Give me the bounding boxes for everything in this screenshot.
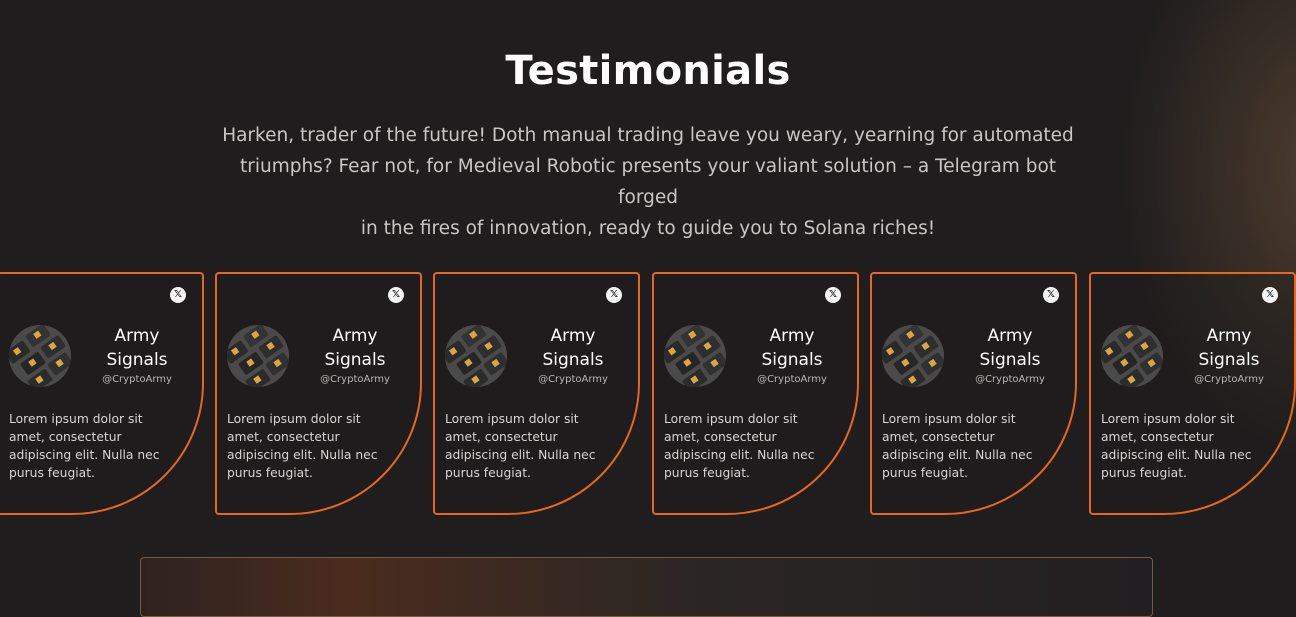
testimonial-name: Army Signals (289, 324, 421, 372)
testimonial-card: 𝕏 Army Signals @CryptoArmy Lorem ipsum d… (652, 272, 859, 515)
avatar (445, 325, 507, 387)
name-line: Signals (542, 350, 604, 370)
testimonial-text: Lorem ipsum dolor sit amet, consectetur … (227, 412, 378, 480)
x-logo-icon[interactable]: 𝕏 (825, 287, 841, 303)
section-subtitle: Harken, trader of the future! Doth manua… (210, 120, 1086, 244)
subtitle-line: Harken, trader of the future! Doth manua… (222, 125, 1074, 146)
testimonial-handle: @CryptoArmy (757, 374, 827, 385)
avatar (882, 325, 944, 387)
testimonial-card: 𝕏 Army Signals @CryptoArmy Lorem ipsum d… (215, 272, 422, 515)
testimonial-text: Lorem ipsum dolor sit amet, consectetur … (664, 412, 815, 480)
subtitle-line: in the fires of innovation, ready to gui… (360, 218, 936, 239)
x-logo-icon[interactable]: 𝕏 (1043, 287, 1059, 303)
testimonial-handle: @CryptoArmy (320, 374, 390, 385)
testimonial-name: Army Signals (507, 324, 639, 372)
avatar (1101, 325, 1163, 387)
name-line: Signals (761, 350, 823, 370)
avatar (227, 325, 289, 387)
testimonial-card: 𝕏 Army Signals @CryptoArmy Lorem ipsum d… (870, 272, 1077, 515)
testimonial-name: Army Signals (726, 324, 858, 372)
testimonial-text: Lorem ipsum dolor sit amet, consectetur … (882, 412, 1033, 480)
section-title: Testimonials (505, 48, 791, 94)
testimonial-handle: @CryptoArmy (975, 374, 1045, 385)
name-line: Army (769, 326, 815, 346)
testimonial-handle: @CryptoArmy (538, 374, 608, 385)
avatar (9, 325, 71, 387)
name-line: Army (114, 326, 160, 346)
testimonial-card: 𝕏 Army Signals @CryptoArmy Lorem ipsum d… (433, 272, 640, 515)
name-line: Signals (979, 350, 1041, 370)
x-logo-icon[interactable]: 𝕏 (388, 287, 404, 303)
avatar (664, 325, 726, 387)
testimonial-name: Army Signals (71, 324, 203, 372)
name-line: Signals (106, 350, 168, 370)
name-line: Army (332, 326, 378, 346)
testimonial-card: 𝕏 Army Signals @CryptoArmy Lorem ipsum d… (1089, 272, 1296, 515)
x-logo-icon[interactable]: 𝕏 (606, 287, 622, 303)
name-line: Signals (324, 350, 386, 370)
bottom-panel (140, 557, 1153, 617)
testimonial-text: Lorem ipsum dolor sit amet, consectetur … (9, 412, 160, 480)
testimonial-name: Army Signals (944, 324, 1076, 372)
name-line: Signals (1198, 350, 1260, 370)
name-line: Army (987, 326, 1033, 346)
testimonial-handle: @CryptoArmy (102, 374, 172, 385)
testimonial-text: Lorem ipsum dolor sit amet, consectetur … (445, 412, 596, 480)
subtitle-line: triumphs? Fear not, for Medieval Robotic… (239, 156, 1057, 208)
name-line: Army (1206, 326, 1252, 346)
x-logo-icon[interactable]: 𝕏 (1262, 287, 1278, 303)
testimonial-handle: @CryptoArmy (1194, 374, 1264, 385)
testimonial-card: 𝕏 Army Signals @CryptoArmy Lorem ipsum d… (0, 272, 204, 515)
testimonial-text: Lorem ipsum dolor sit amet, consectetur … (1101, 412, 1252, 480)
x-logo-icon[interactable]: 𝕏 (170, 287, 186, 303)
testimonial-name: Army Signals (1163, 324, 1295, 372)
name-line: Army (550, 326, 596, 346)
